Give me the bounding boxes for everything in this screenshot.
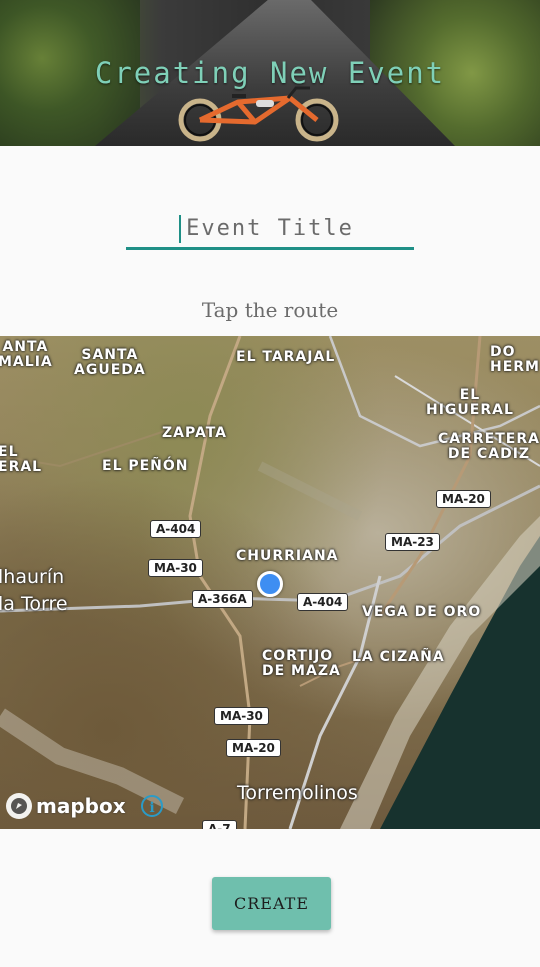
place-alhaurin-de-la-torre: lhaurín la Torre [0,566,68,615]
road-shield-a404: A-404 [150,520,202,538]
event-title-input[interactable] [126,210,414,246]
place-carretera-de-cadiz: CARRETERA DE CADIZ [438,431,540,462]
route-map[interactable]: ANTA MALIA SANTA AGUEDA EL TARAJAL DO HE… [0,336,540,829]
mapbox-logo-icon [6,793,32,819]
road-shield-a404-mid: A-404 [297,593,349,611]
header-banner: Creating New Event [0,0,540,146]
mapbox-logo-text: mapbox [36,794,126,818]
place-el-penon: EL PEÑÓN [102,458,189,474]
road-shield-ma30: MA-30 [148,559,203,577]
road-shield-ma23: MA-23 [385,533,440,551]
page-title: Creating New Event [94,56,446,90]
bicycle-image [178,86,339,142]
road-shield-ma20-bottom: MA-20 [226,739,281,757]
mapbox-logo[interactable]: mapbox [6,793,126,819]
current-location-marker [257,571,283,597]
place-zapata: ZAPATA [162,425,228,441]
road-shield-ma30-bottom: MA-30 [214,707,269,725]
place-la-cizana: LA CIZAÑA [352,649,445,665]
place-vega-de-oro: VEGA DE ORO [362,604,482,620]
route-instruction-label: Tap the route [201,298,339,322]
road-shield-a7: A-7 [202,820,237,829]
event-title-field[interactable] [126,210,414,250]
place-el-higueral: EL HIGUERAL [426,387,514,418]
create-button[interactable]: CREATE [212,877,331,930]
place-cortijo-de-maza: CORTIJO DE MAZA [262,648,341,679]
place-do-herm: DO HERM [490,344,540,375]
place-santa-agueda: SANTA AGUEDA [74,347,146,378]
place-el-tarajal: EL TARAJAL [236,349,336,365]
event-title-underline [126,247,414,250]
place-torremolinos: Torremolinos [237,782,358,804]
road-shield-a366a: A-366A [192,590,253,608]
place-el-peral: EL ERAL [0,444,43,475]
map-info-icon[interactable]: i [141,795,163,817]
place-churriana: CHURRIANA [236,548,339,564]
place-santa-amalia: ANTA MALIA [0,339,53,370]
road-shield-ma20: MA-20 [436,490,491,508]
text-cursor [179,215,181,243]
